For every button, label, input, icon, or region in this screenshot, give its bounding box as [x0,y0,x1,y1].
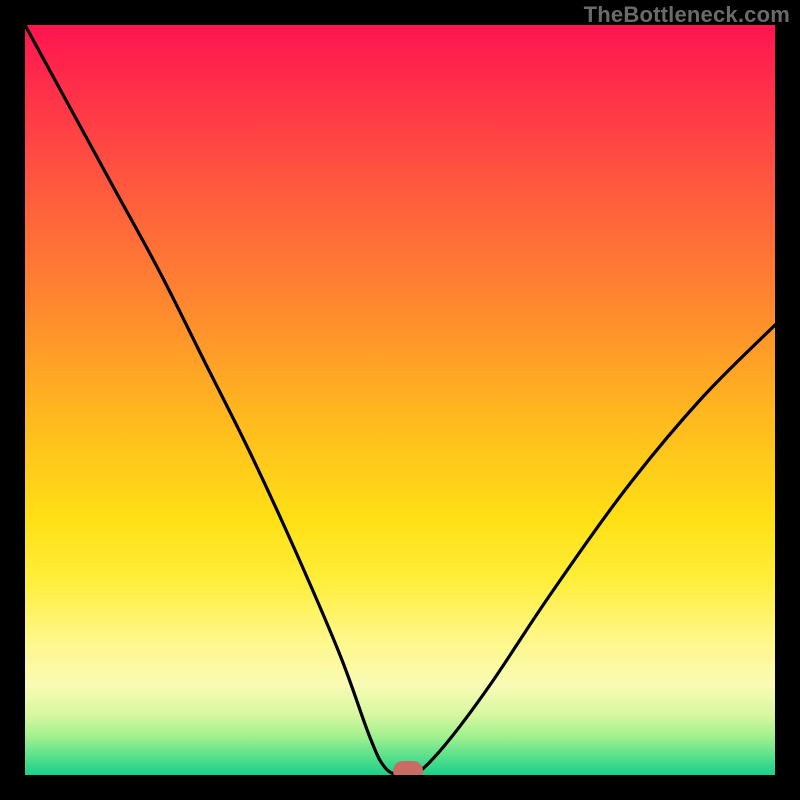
plot-area [25,25,775,775]
watermark-text: TheBottleneck.com [584,2,790,28]
curve-path [25,25,775,775]
optimum-marker [393,761,423,775]
chart-frame: TheBottleneck.com [0,0,800,800]
bottleneck-curve [25,25,775,775]
